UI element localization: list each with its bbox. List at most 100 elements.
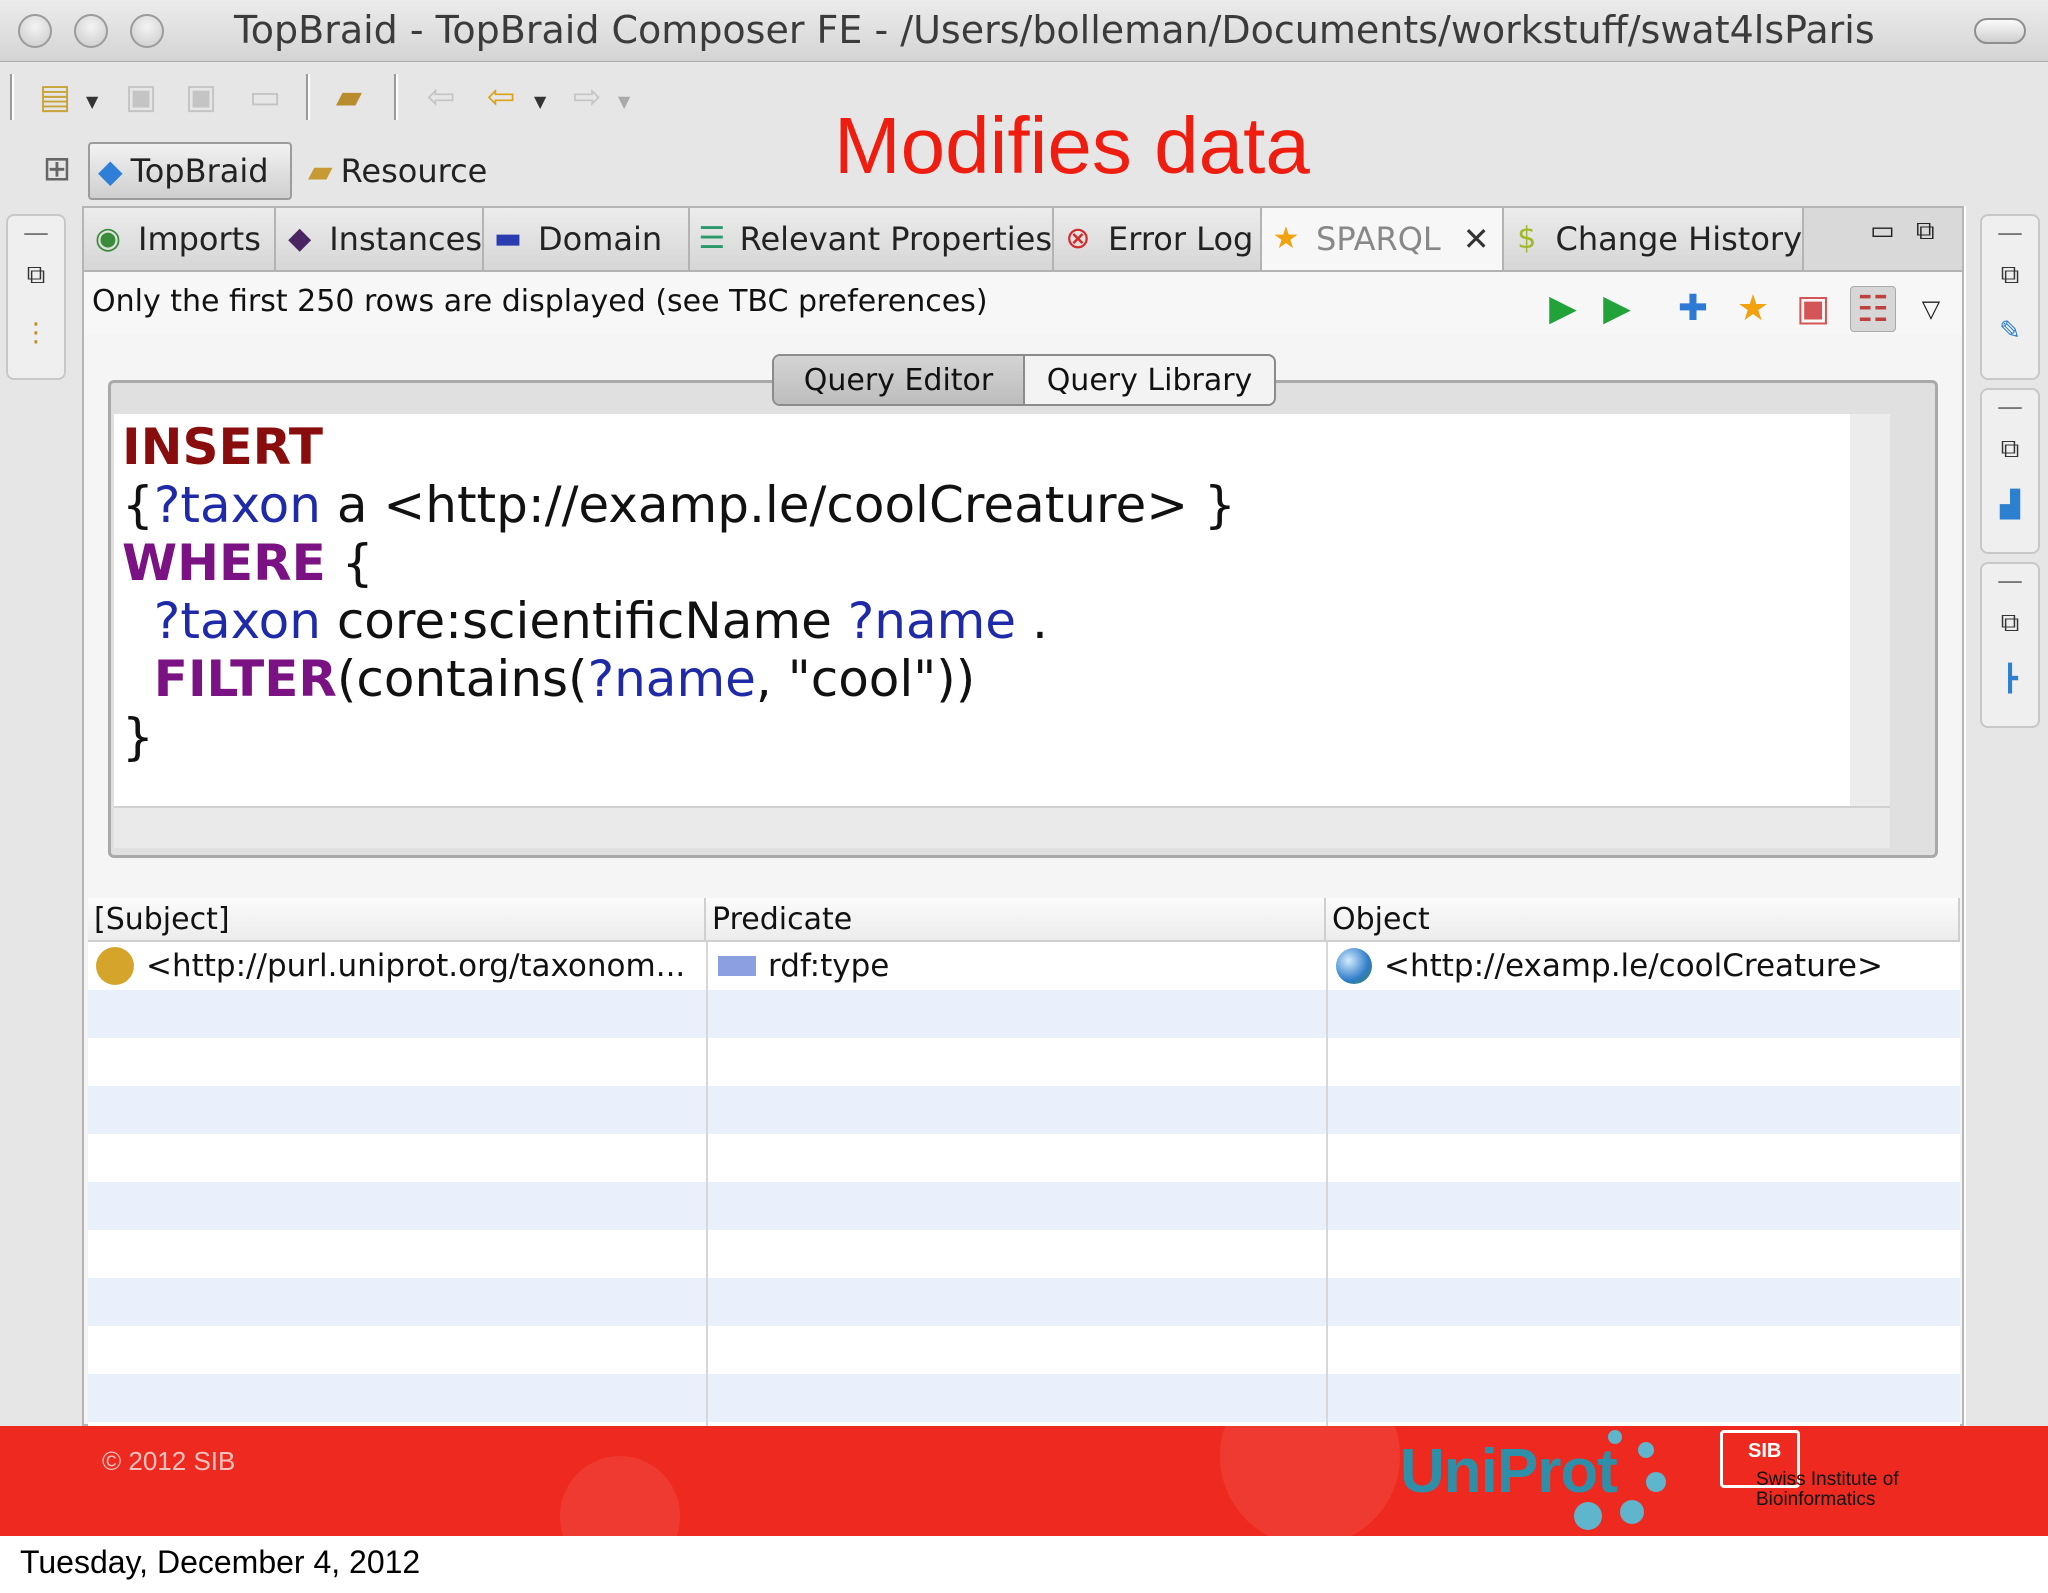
change-history-icon: $ bbox=[1517, 221, 1537, 256]
instance-dot-icon bbox=[96, 947, 134, 985]
column-header-subject[interactable]: [Subject] bbox=[88, 898, 706, 942]
window-title: TopBraid - TopBraid Composer FE - /Users… bbox=[234, 8, 1875, 52]
trim-grip: — bbox=[1997, 392, 2023, 422]
uniprot-logo-dot bbox=[1638, 1442, 1654, 1458]
tree-icon[interactable]: ┣ bbox=[1990, 664, 2030, 694]
perspective-topbraid-label: TopBraid bbox=[130, 152, 269, 190]
topbraid-logo-icon: ◆ bbox=[98, 152, 123, 190]
code-text: } bbox=[122, 708, 154, 766]
code-text: { bbox=[325, 534, 374, 592]
edit-icon[interactable]: ✎ bbox=[1990, 316, 2030, 346]
favorite-star-icon[interactable]: ★ bbox=[1730, 286, 1776, 332]
run-to-file-icon[interactable]: ▶ bbox=[1594, 286, 1640, 332]
table-row-empty bbox=[88, 1134, 1960, 1182]
run-query-icon[interactable]: ▶ bbox=[1540, 286, 1586, 332]
maximize-view-icon[interactable]: ⧉ bbox=[1916, 216, 1935, 247]
restore-icon[interactable]: ⧉ bbox=[16, 260, 56, 291]
column-header-predicate[interactable]: Predicate bbox=[706, 898, 1326, 942]
table-row-empty bbox=[88, 1278, 1960, 1326]
query-line-2: {?taxon a <http://examp.le/coolCreature>… bbox=[122, 476, 1842, 534]
slide-date: Tuesday, December 4, 2012 bbox=[20, 1544, 421, 1580]
sib-name-line-1: Swiss Institute of bbox=[1756, 1469, 1899, 1490]
tab-instances-label: Instances bbox=[329, 220, 482, 258]
tab-error-log[interactable]: ⊗ Error Log bbox=[1054, 208, 1262, 270]
query-editor-tab[interactable]: Query Editor bbox=[774, 356, 1025, 404]
table-row-empty bbox=[88, 1374, 1960, 1422]
variable-name: ?name bbox=[847, 592, 1017, 650]
back-nav-icon[interactable]: ⇦ bbox=[480, 76, 522, 118]
view-menu-icon[interactable]: ▽ bbox=[1908, 286, 1954, 332]
tab-instances[interactable]: ◆ Instances bbox=[276, 208, 484, 270]
close-tab-icon[interactable]: ✕ bbox=[1463, 220, 1490, 258]
table-row-empty bbox=[88, 990, 1960, 1038]
copyright: © 2012 SIB bbox=[102, 1446, 236, 1476]
query-editor[interactable]: INSERT {?taxon a <http://examp.le/coolCr… bbox=[114, 414, 1890, 806]
right-trim-stack-1: — ⧉ ✎ bbox=[1980, 214, 2040, 380]
horizontal-scrollbar[interactable] bbox=[114, 806, 1890, 848]
column-divider bbox=[706, 942, 708, 1426]
forward-dropdown-icon[interactable]: ▼ bbox=[618, 92, 630, 111]
tab-change-history[interactable]: $ Change History bbox=[1504, 208, 1804, 270]
row-limit-notice: Only the first 250 rows are displayed (s… bbox=[92, 284, 988, 319]
tab-error-log-label: Error Log bbox=[1108, 220, 1254, 258]
table-row-empty bbox=[88, 1326, 1960, 1374]
column-header-object[interactable]: Object bbox=[1326, 898, 1960, 942]
new-query-icon[interactable]: ✚ bbox=[1670, 286, 1716, 332]
save-all-icon[interactable]: ▣ bbox=[180, 76, 222, 118]
keyword-insert: INSERT bbox=[122, 418, 323, 476]
open-resource-icon[interactable]: ▰ bbox=[328, 76, 370, 118]
toolbar-toggle-button[interactable] bbox=[1974, 18, 2026, 44]
tab-relevant-properties[interactable]: ☰ Relevant Properties bbox=[690, 208, 1054, 270]
variable-taxon: ?taxon bbox=[153, 476, 321, 534]
uniprot-logo-dot bbox=[1620, 1500, 1644, 1524]
back-icon[interactable]: ⇦ bbox=[420, 76, 462, 118]
variable-taxon: ?taxon bbox=[153, 592, 321, 650]
close-window-button[interactable] bbox=[18, 14, 52, 48]
perspective-resource[interactable]: ▰ Resource bbox=[300, 142, 495, 200]
tab-imports[interactable]: ◉ Imports bbox=[84, 208, 276, 270]
globe-icon bbox=[1336, 948, 1372, 984]
zoom-window-button[interactable] bbox=[130, 14, 164, 48]
uniprot-logo-dot bbox=[1574, 1502, 1602, 1530]
restore-icon[interactable]: ⧉ bbox=[1990, 260, 2030, 291]
predicate-cell: rdf:type bbox=[718, 942, 889, 990]
query-line-3: WHERE { bbox=[122, 534, 1842, 592]
sib-name-line-2: Bioinformatics bbox=[1756, 1489, 1876, 1510]
sparql-view: ◉ Imports ◆ Instances ▬ Domain ☰ Relevan… bbox=[82, 206, 1964, 1426]
restore-icon[interactable]: ⧉ bbox=[1990, 434, 2030, 465]
minimize-window-button[interactable] bbox=[74, 14, 108, 48]
open-perspective-icon[interactable]: ⊞ bbox=[36, 148, 78, 190]
classes-icon[interactable]: ▟ bbox=[1990, 490, 2030, 520]
toolbar-grip bbox=[10, 74, 14, 120]
print-icon[interactable]: ▭ bbox=[244, 76, 286, 118]
new-dropdown-icon[interactable]: ▼ bbox=[86, 92, 98, 111]
error-log-icon: ⊗ bbox=[1065, 221, 1091, 256]
hierarchy-icon[interactable]: ⋮ bbox=[16, 318, 56, 348]
restore-icon[interactable]: ⧉ bbox=[1990, 608, 2030, 639]
table-row-empty bbox=[88, 1086, 1960, 1134]
forward-icon[interactable]: ⇨ bbox=[566, 76, 608, 118]
save-icon[interactable]: ▣ bbox=[120, 76, 162, 118]
footer-decoration bbox=[1220, 1426, 1400, 1536]
table-row[interactable]: <http://purl.uniprot.org/taxonom... rdf:… bbox=[88, 942, 1960, 990]
property-icon bbox=[718, 956, 756, 976]
query-list-icon[interactable]: ☷ bbox=[1850, 286, 1896, 332]
tab-sparql[interactable]: ★ SPARQL ✕ bbox=[1262, 208, 1504, 270]
minimize-view-icon[interactable]: ▭ bbox=[1870, 216, 1895, 246]
column-divider bbox=[1326, 942, 1328, 1426]
new-icon[interactable]: ▤ bbox=[34, 76, 76, 118]
right-trim: — ⧉ ✎ — ⧉ ▟ — ⧉ ┣ bbox=[1966, 206, 2048, 1426]
back-dropdown-icon[interactable]: ▼ bbox=[534, 92, 546, 111]
window-titlebar: TopBraid - TopBraid Composer FE - /Users… bbox=[0, 0, 2048, 62]
tab-domain[interactable]: ▬ Domain bbox=[484, 208, 690, 270]
perspective-topbraid[interactable]: ◆ TopBraid bbox=[88, 142, 292, 200]
query-library-tab[interactable]: Query Library bbox=[1025, 356, 1274, 404]
folder-icon: ▰ bbox=[308, 152, 333, 190]
sib-logo-text: SIB bbox=[1748, 1440, 1782, 1462]
perspective-resource-label: Resource bbox=[340, 152, 488, 190]
table-row-empty bbox=[88, 1038, 1960, 1086]
save-query-icon[interactable]: ▣ bbox=[1790, 286, 1836, 332]
predicate-value: rdf:type bbox=[768, 948, 890, 984]
